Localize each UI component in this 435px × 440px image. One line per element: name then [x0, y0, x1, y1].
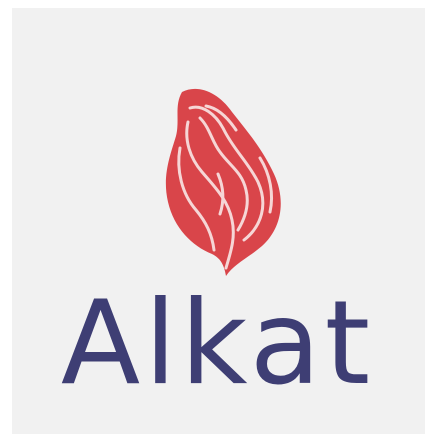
brand-name: Alkat	[60, 276, 375, 411]
logo-frame: Alkat	[0, 0, 435, 440]
red-leaf-emblem-icon	[165, 88, 281, 276]
